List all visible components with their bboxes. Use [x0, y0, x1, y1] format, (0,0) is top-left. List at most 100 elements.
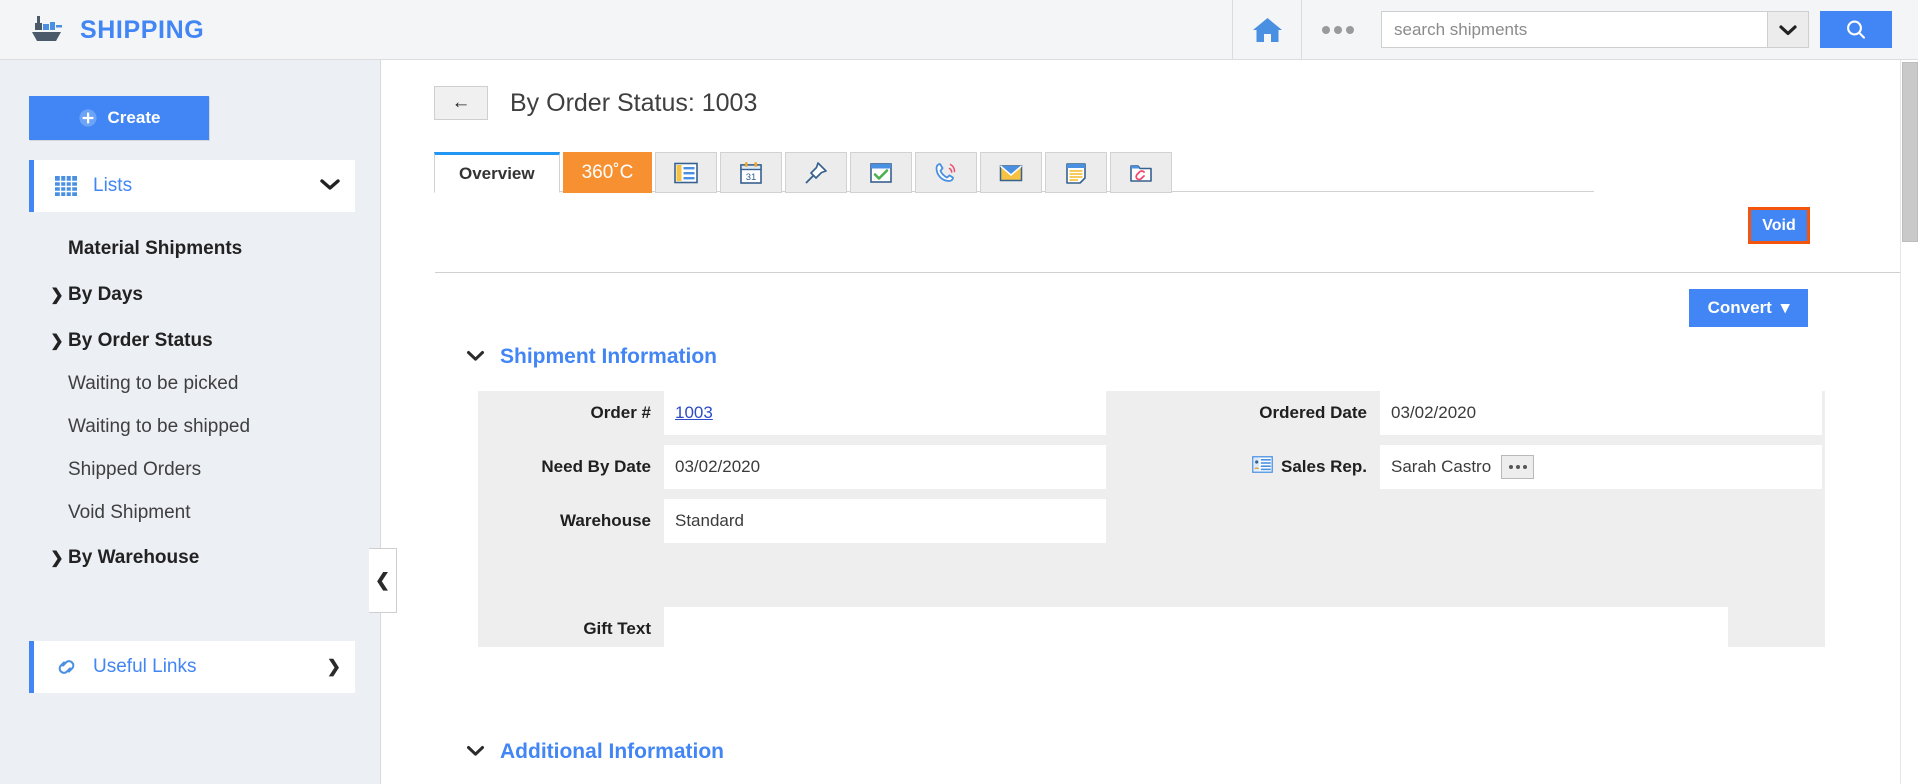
ellipsis-icon: [1508, 465, 1513, 469]
sidebar-item-useful-links[interactable]: Useful Links ❯: [29, 641, 355, 693]
tab-email[interactable]: [980, 152, 1043, 193]
home-button[interactable]: [1232, 0, 1302, 59]
field-value[interactable]: 03/02/2020: [664, 445, 1106, 489]
contact-card-icon: [1252, 456, 1273, 478]
field-value[interactable]: 03/02/2020: [1380, 391, 1822, 435]
sidebar-item-lists[interactable]: Lists: [29, 160, 355, 212]
sidebar-item-label: Material Shipments: [68, 238, 243, 259]
chevron-down-icon: [466, 347, 485, 367]
sidebar-item-label: By Days: [68, 284, 143, 305]
search-input[interactable]: [1382, 12, 1767, 47]
void-button-label: Void: [1762, 216, 1796, 234]
caret-down-icon: ▾: [1780, 298, 1790, 317]
brand[interactable]: SHIPPING: [28, 8, 204, 52]
brand-label: SHIPPING: [80, 15, 205, 44]
order-number-link[interactable]: 1003: [675, 403, 713, 423]
link-icon: [54, 656, 80, 678]
back-button[interactable]: ←: [434, 86, 488, 120]
sidebar: Create Lists Material Shipments ❯ By Day…: [0, 60, 381, 784]
contact-card-icon: [674, 162, 699, 183]
section-title: Additional Information: [500, 740, 724, 763]
ellipsis-icon: [1346, 25, 1354, 34]
field-label: Sales Rep.: [1194, 445, 1380, 489]
section-header-additional-information[interactable]: Additional Information: [466, 740, 724, 764]
chevron-down-icon: [466, 742, 485, 762]
form-column-right: Ordered Date 03/02/2020 Sales Rep. Sarah…: [1194, 391, 1822, 499]
chevron-right-icon: ❯: [50, 550, 64, 567]
chevron-down-icon: [319, 176, 341, 196]
scrollbar-thumb[interactable]: [1902, 62, 1918, 242]
sidebar-item-waiting-to-be-shipped[interactable]: Waiting to be shipped: [0, 406, 381, 448]
chevron-right-icon: ❯: [50, 287, 64, 304]
chevron-right-icon: ❯: [326, 657, 341, 676]
ellipsis-icon: [1334, 25, 1342, 34]
tab-pinned[interactable]: [785, 152, 848, 193]
section-divider: [435, 272, 1901, 273]
sales-rep-value: Sarah Castro: [1391, 457, 1492, 476]
sidebar-item-label: Shipped Orders: [68, 459, 202, 480]
tab-calls[interactable]: [915, 152, 978, 193]
search-scope-dropdown[interactable]: [1767, 12, 1808, 47]
notes-icon: [1066, 162, 1087, 184]
plus-circle-icon: [78, 109, 97, 127]
tab-overview[interactable]: Overview: [434, 152, 560, 193]
sidebar-item-by-days[interactable]: ❯ By Days: [0, 274, 381, 316]
ship-icon: [32, 16, 62, 41]
phone-call-icon: [935, 162, 956, 182]
main-content: ← By Order Status: 1003 Overview 360˚C 3…: [382, 60, 1918, 784]
tab-contacts[interactable]: [655, 152, 718, 193]
sidebar-item-label: By Warehouse: [68, 547, 200, 568]
sidebar-item-void-shipment[interactable]: Void Shipment: [0, 492, 381, 534]
chevron-down-icon: [1779, 24, 1797, 35]
tab-calendar[interactable]: 31: [720, 152, 783, 193]
svg-text:31: 31: [746, 172, 757, 183]
sidebar-item-shipped-orders[interactable]: Shipped Orders: [0, 449, 381, 491]
sidebar-item-material-shipments[interactable]: Material Shipments: [0, 228, 381, 270]
more-menu-button[interactable]: [1303, 0, 1373, 59]
tab-360-label: 360˚C: [581, 161, 634, 183]
tab-bar: Overview 360˚C 31: [434, 152, 1175, 193]
form-column-left: Order # 1003 Need By Date 03/02/2020 War…: [478, 391, 1106, 553]
sidebar-item-by-order-status[interactable]: ❯ By Order Status: [0, 320, 381, 362]
email-envelope-icon: [1000, 164, 1023, 181]
field-label: Need By Date: [541, 457, 651, 476]
create-button[interactable]: Create: [29, 96, 209, 140]
field-gift-text: Gift Text: [478, 607, 1825, 651]
tab-notes[interactable]: [1045, 152, 1108, 193]
tab-360-view[interactable]: 360˚C: [562, 152, 653, 193]
attachment-folder-icon: [1130, 164, 1153, 182]
sidebar-item-label: Waiting to be shipped: [68, 416, 251, 437]
search-box[interactable]: [1381, 11, 1809, 48]
field-warehouse: Warehouse Standard: [478, 499, 1106, 543]
search-button[interactable]: [1820, 11, 1892, 48]
sidebar-item-label: Waiting to be picked: [68, 373, 239, 394]
convert-button[interactable]: Convert ▾: [1689, 289, 1808, 327]
field-value[interactable]: 1003: [664, 391, 1106, 435]
section-title: Shipment Information: [500, 345, 717, 368]
sidebar-item-by-warehouse[interactable]: ❯ By Warehouse: [0, 537, 381, 579]
tab-attachments[interactable]: [1110, 152, 1173, 193]
tab-tasks[interactable]: [850, 152, 913, 193]
section-header-shipment-information[interactable]: Shipment Information: [466, 345, 717, 369]
field-value[interactable]: Sarah Castro: [1380, 445, 1822, 489]
field-label: Warehouse: [559, 511, 651, 530]
top-bar: SHIPPING: [0, 0, 1918, 60]
void-button[interactable]: Void: [1748, 207, 1810, 244]
convert-button-label: Convert: [1707, 298, 1772, 317]
sidebar-item-label: By Order Status: [68, 330, 213, 351]
ellipsis-icon: [1522, 465, 1527, 469]
grid-icon: [54, 175, 80, 197]
shipment-information-panel: Order # 1003 Need By Date 03/02/2020 War…: [478, 391, 1825, 651]
sidebar-item-useful-links-label: Useful Links: [93, 656, 197, 677]
sidebar-collapse-handle[interactable]: ❮: [369, 548, 397, 613]
task-checkbox-icon: [870, 162, 893, 183]
sidebar-item-waiting-to-be-picked[interactable]: Waiting to be picked: [0, 363, 381, 405]
sidebar-item-lists-label: Lists: [93, 175, 133, 196]
field-value[interactable]: [664, 607, 1728, 651]
page-title: By Order Status: 1003: [510, 88, 758, 117]
field-value[interactable]: Standard: [664, 499, 1106, 543]
field-ordered-date: Ordered Date 03/02/2020: [1194, 391, 1822, 435]
sales-rep-lookup-button[interactable]: [1501, 455, 1535, 479]
ellipsis-icon: [1515, 465, 1520, 469]
vertical-scrollbar[interactable]: [1900, 60, 1918, 784]
